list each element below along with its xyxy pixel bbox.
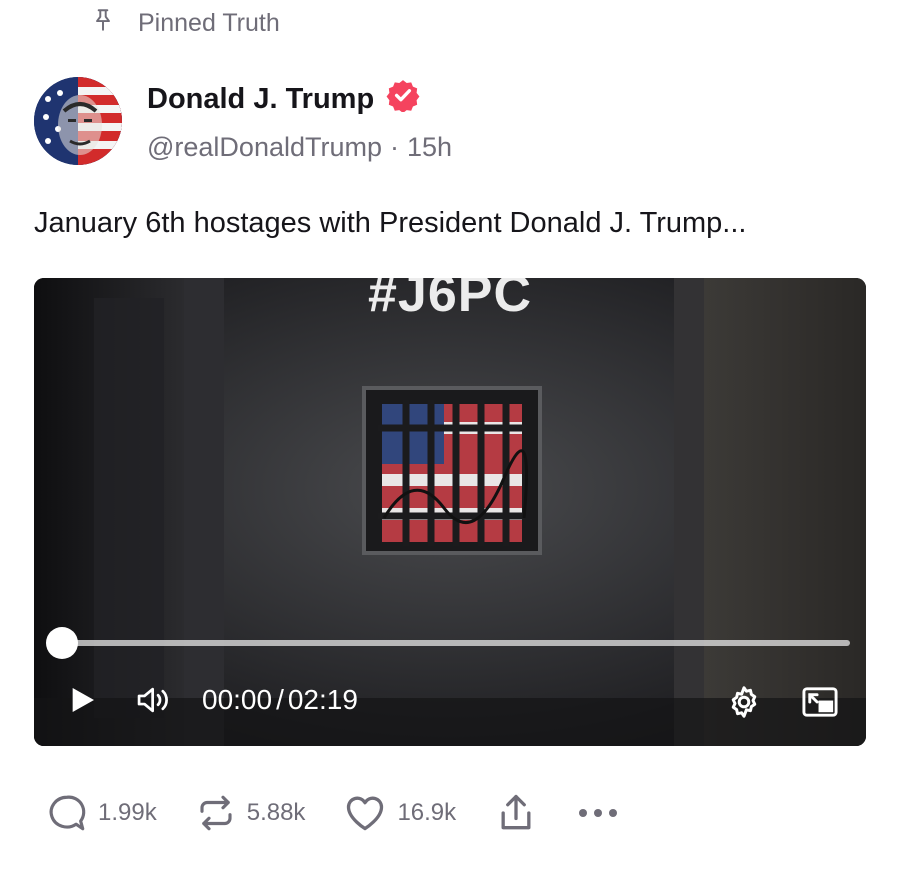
avatar[interactable] [34, 77, 122, 165]
video-duration: 02:19 [287, 684, 358, 715]
heart-icon [343, 791, 387, 835]
author-handle[interactable]: @realDonaldTrump [147, 132, 382, 163]
like-button[interactable]: 16.9k [343, 791, 456, 835]
post-actions-bar: 1.99k 5.88k 16.9k [46, 790, 618, 836]
reply-icon [46, 792, 88, 834]
video-time-display: 00:00 / 02:19 [202, 682, 358, 718]
handle-separator: · [390, 131, 399, 162]
pinned-truth-header: Pinned Truth [90, 6, 280, 40]
more-options-icon [578, 807, 618, 819]
verified-badge-icon [386, 78, 420, 120]
pin-icon [90, 7, 116, 40]
share-button[interactable] [494, 791, 538, 835]
retruth-icon [195, 792, 237, 834]
retruth-button[interactable]: 5.88k [195, 792, 306, 834]
pinned-label: Pinned Truth [138, 8, 280, 37]
video-progress-bar[interactable] [62, 640, 850, 646]
like-count: 16.9k [397, 799, 457, 826]
reply-count: 1.99k [98, 799, 157, 826]
share-icon [494, 791, 538, 835]
video-current-time: 00:00 [202, 684, 273, 715]
author-name-row[interactable]: Donald J. Trump [147, 78, 420, 120]
settings-gear-icon[interactable] [724, 682, 764, 722]
post-time[interactable]: 15h [407, 132, 452, 163]
video-time-separator: / [276, 684, 284, 715]
author-handle-row: @realDonaldTrump · 15h [147, 128, 452, 166]
video-overlay-text: #J6PC [368, 278, 532, 323]
author-name[interactable]: Donald J. Trump [147, 83, 374, 116]
video-player[interactable]: #J6PC 00:00 / 02:19 [34, 278, 866, 746]
volume-icon[interactable] [134, 682, 174, 718]
reply-button[interactable]: 1.99k [46, 792, 157, 834]
video-frame [34, 278, 866, 746]
post-text: January 6th hostages with President Dona… [34, 207, 747, 239]
play-icon[interactable] [64, 682, 100, 718]
more-options-button[interactable] [578, 807, 618, 819]
video-scrubber-handle[interactable] [46, 627, 78, 659]
picture-in-picture-icon[interactable] [800, 682, 840, 722]
retruth-count: 5.88k [246, 799, 306, 826]
